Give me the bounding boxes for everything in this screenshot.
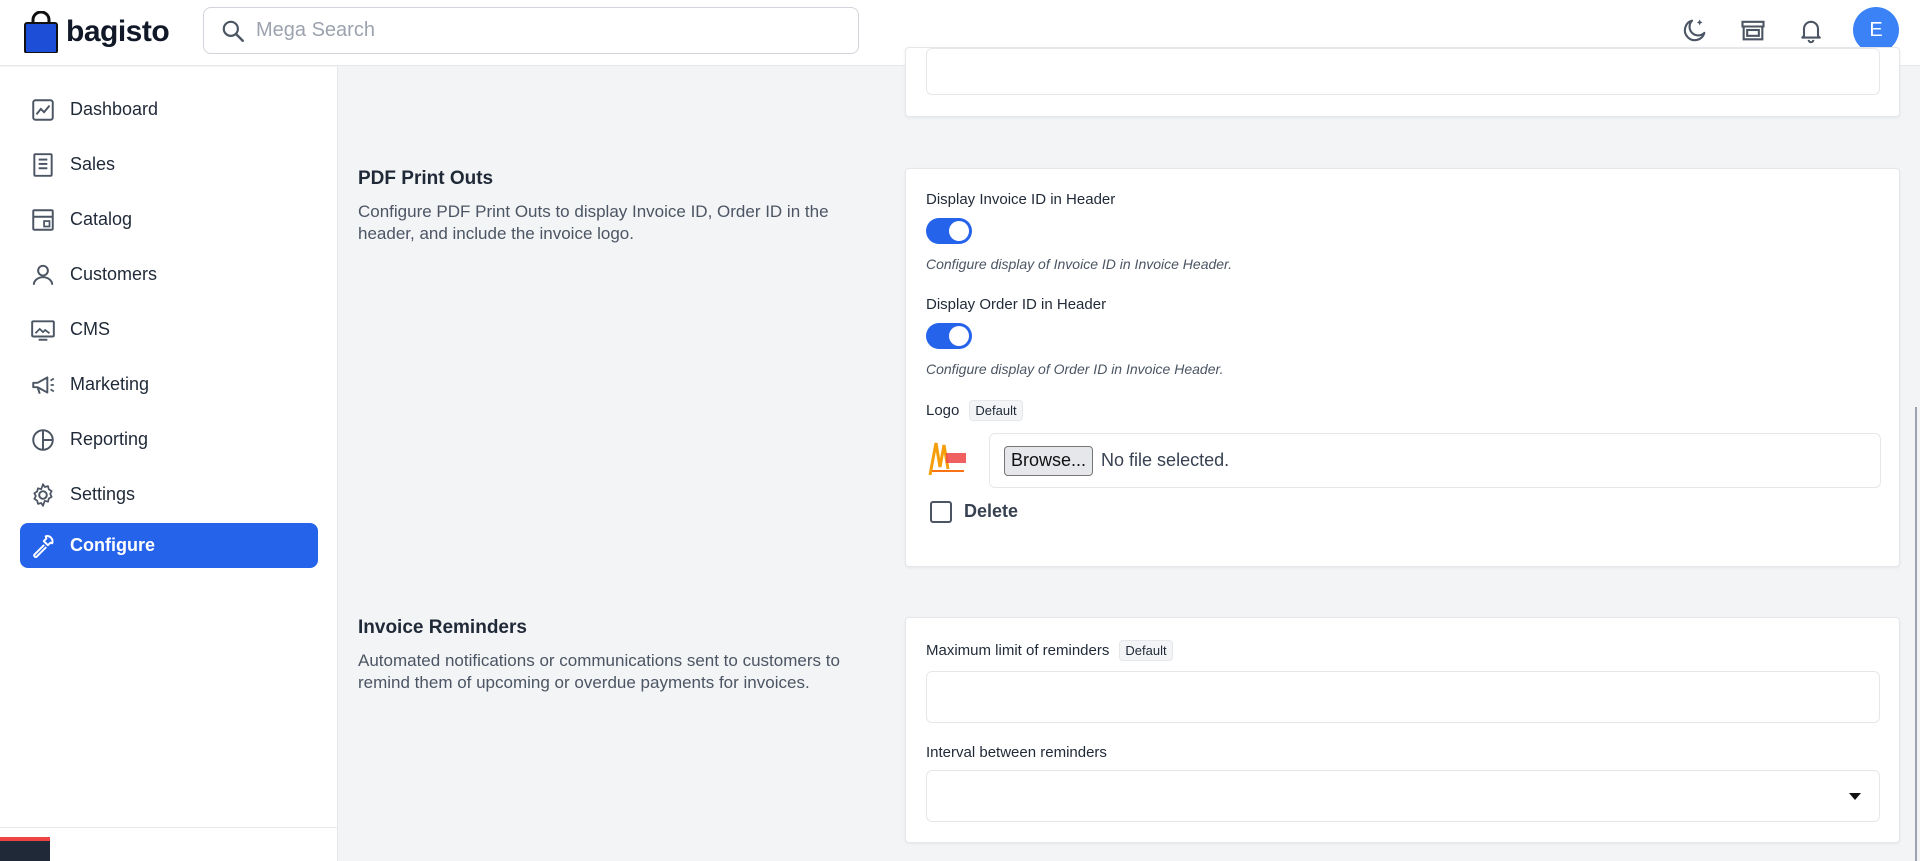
invoice-id-label: Display Invoice ID in Header xyxy=(926,191,1115,208)
interval-label-text: Interval between reminders xyxy=(926,744,1107,761)
search-icon xyxy=(222,20,244,42)
sidebar-item-label: Dashboard xyxy=(70,99,159,119)
sidebar-item-dashboard[interactable]: Dashboard xyxy=(20,87,318,132)
main-content: PDF Print Outs Configure PDF Print Outs … xyxy=(339,47,1920,861)
configure-icon xyxy=(28,531,58,561)
logo-thumbnail[interactable] xyxy=(926,437,968,479)
sidebar: Dashboard Sales Catalog Customers CMS Ma… xyxy=(0,67,338,861)
sidebar-item-label: Catalog xyxy=(70,209,133,229)
reminders-settings-card: Maximum limit of reminders Default Inter… xyxy=(905,617,1900,843)
storefront-button[interactable] xyxy=(1733,10,1773,50)
sidebar-item-catalog[interactable]: Catalog xyxy=(20,197,318,242)
page-scrollbar[interactable] xyxy=(1915,407,1917,861)
brand-logo[interactable]: bagisto xyxy=(24,10,170,54)
invoice-id-label-text: Display Invoice ID in Header xyxy=(926,191,1116,208)
sidebar-item-label: Reporting xyxy=(70,429,149,449)
delete-logo-checkbox[interactable] xyxy=(930,501,952,523)
dashboard-icon xyxy=(28,95,58,125)
brand-name: bagisto xyxy=(66,15,170,48)
browse-button[interactable]: Browse... xyxy=(1004,445,1094,476)
order-id-toggle[interactable] xyxy=(926,323,972,349)
logo-label-text: Logo xyxy=(926,402,960,419)
max-limit-label-text: Maximum limit of reminders xyxy=(926,642,1110,659)
search-input[interactable] xyxy=(256,19,816,42)
sidebar-divider xyxy=(0,827,338,828)
catalog-icon xyxy=(28,205,58,235)
previous-section-card xyxy=(905,47,1900,117)
max-limit-label: Maximum limit of reminders Default xyxy=(926,640,1173,661)
order-id-label-text: Display Order ID in Header xyxy=(926,296,1107,313)
shopping-bag-icon xyxy=(24,11,58,53)
reminders-section-title: Invoice Reminders xyxy=(358,617,527,638)
reminders-section-description: Automated notifications or communication… xyxy=(358,651,840,692)
store-icon xyxy=(1741,20,1765,41)
sidebar-item-label: Sales xyxy=(70,154,116,174)
framework-logo xyxy=(0,837,50,861)
sidebar-item-label: Settings xyxy=(70,484,136,504)
sidebar-item-label: CMS xyxy=(70,319,110,339)
max-limit-input[interactable] xyxy=(926,671,1880,723)
invoice-id-toggle[interactable] xyxy=(926,218,972,244)
invoice-id-hint: Configure display of Invoice ID in Invoi… xyxy=(926,256,1233,272)
delete-logo-label[interactable]: Delete xyxy=(964,501,1018,522)
logo-file-input[interactable]: Browse... No file selected. xyxy=(989,433,1881,488)
order-id-hint: Configure display of Order ID in Invoice… xyxy=(926,361,1224,377)
sidebar-item-label: Marketing xyxy=(70,374,150,394)
pdf-section-title: PDF Print Outs xyxy=(358,168,494,189)
moon-icon xyxy=(1683,19,1706,42)
sidebar-item-marketing[interactable]: Marketing xyxy=(20,362,318,407)
settings-icon xyxy=(28,480,58,510)
bell-icon xyxy=(1801,20,1821,44)
interval-label: Interval between reminders xyxy=(926,744,1107,761)
interval-select[interactable] xyxy=(926,770,1880,822)
file-status-text: No file selected. xyxy=(1101,450,1230,470)
logo-label: Logo Default xyxy=(926,400,1023,421)
sidebar-item-cms[interactable]: CMS xyxy=(20,307,318,352)
sidebar-item-label: Customers xyxy=(70,264,158,284)
sidebar-item-settings[interactable]: Settings xyxy=(20,472,318,517)
dark-mode-button[interactable] xyxy=(1675,10,1715,50)
notifications-button[interactable] xyxy=(1791,10,1831,50)
mega-search[interactable] xyxy=(203,7,859,54)
cms-icon xyxy=(28,315,58,345)
pdf-settings-card: Display Invoice ID in Header Configure d… xyxy=(905,168,1900,567)
sales-icon xyxy=(28,150,58,180)
previous-field-input[interactable] xyxy=(926,48,1880,95)
logo-default-badge: Default xyxy=(969,400,1023,421)
sidebar-item-sales[interactable]: Sales xyxy=(20,142,318,187)
order-id-label: Display Order ID in Header xyxy=(926,296,1106,313)
sidebar-item-customers[interactable]: Customers xyxy=(20,252,318,297)
sidebar-item-label: Configure xyxy=(70,535,155,555)
chevron-down-icon xyxy=(1849,793,1861,800)
sidebar-item-configure[interactable]: Configure xyxy=(20,523,318,568)
reporting-icon xyxy=(28,425,58,455)
marketing-icon xyxy=(28,370,58,400)
sidebar-item-reporting[interactable]: Reporting xyxy=(20,417,318,462)
customers-icon xyxy=(28,260,58,290)
pdf-section-description: Configure PDF Print Outs to display Invo… xyxy=(358,202,829,243)
max-limit-default-badge: Default xyxy=(1119,640,1173,661)
